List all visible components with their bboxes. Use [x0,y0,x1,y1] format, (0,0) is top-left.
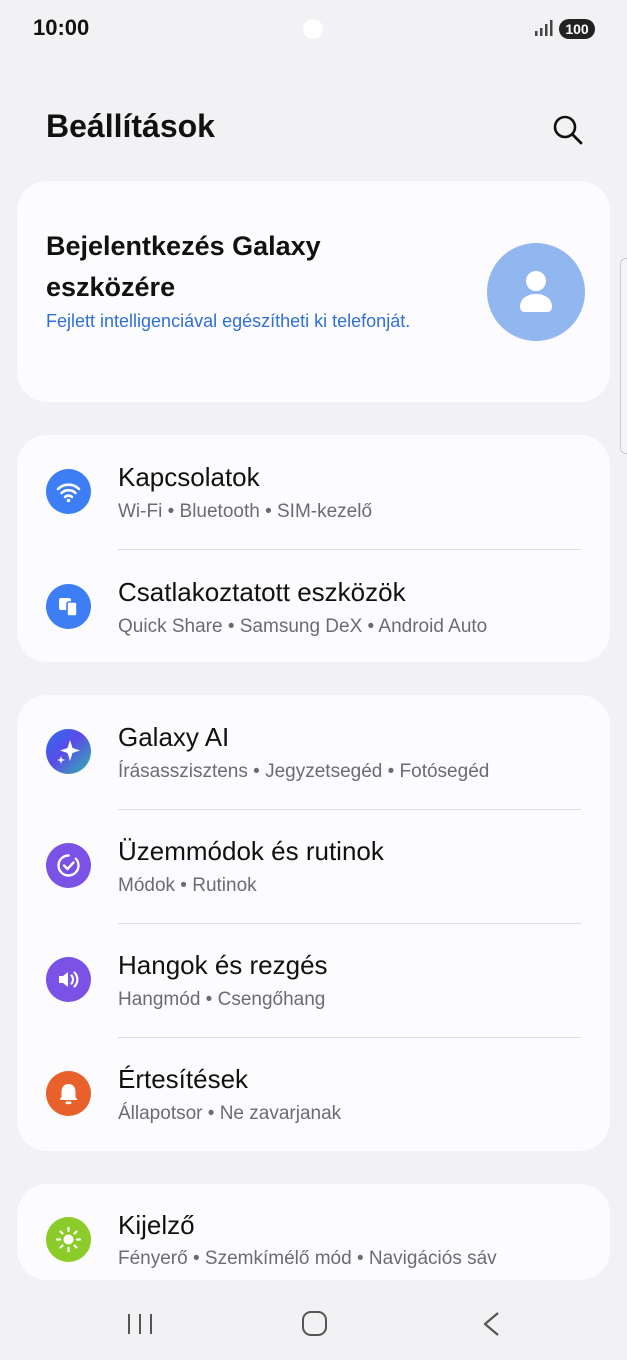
search-icon [553,115,583,145]
settings-item-subtitle: Állapotsor • Ne zavarjanak [118,1103,342,1124]
recents-icon [128,1314,152,1334]
settings-item-title: Kijelző [118,1210,195,1240]
display-brightness-icon [46,1217,91,1262]
account-card[interactable]: Bejelentkezés Galaxy eszközére Fejlett i… [17,181,610,402]
settings-item-sounds[interactable]: Hangok és rezgés Hangmód • Csengőhang [17,923,610,1037]
connections-card: Kapcsolatok Wi-Fi • Bluetooth • SIM-keze… [17,435,610,662]
settings-item-title: Galaxy AI [118,722,230,752]
signal-icon [535,20,553,36]
settings-item-subtitle: Fényerő • Szemkímélő mód • Navigációs sá… [118,1248,497,1269]
recents-button[interactable] [115,1306,165,1342]
settings-item-notifications[interactable]: Értesítések Állapotsor • Ne zavarjanak [17,1037,610,1151]
status-time: 10:00 [33,15,90,40]
settings-item-title: Kapcsolatok [118,462,260,492]
galaxy-ai-icon [46,729,91,774]
settings-item-connected-devices[interactable]: Csatlakoztatott eszközök Quick Share • S… [17,550,610,664]
bell-icon [46,1071,91,1116]
modes-routines-icon [46,843,91,888]
settings-item-modes-routines[interactable]: Üzemmódok és rutinok Módok • Rutinok [17,809,610,923]
account-subtitle: Fejlett intelligenciával egészítheti ki … [46,311,411,331]
home-button[interactable] [289,1306,339,1342]
settings-item-connections[interactable]: Kapcsolatok Wi-Fi • Bluetooth • SIM-keze… [17,435,610,549]
sound-icon [46,957,91,1002]
back-icon [483,1312,499,1336]
scrollbar[interactable] [620,258,627,454]
settings-item-subtitle: Módok • Rutinok [118,875,257,896]
battery-icon: 100 [559,19,595,39]
connected-devices-icon [46,584,91,629]
search-button[interactable] [548,110,588,150]
settings-item-title: Csatlakoztatott eszközök [118,577,406,607]
navigation-bar [0,1290,627,1360]
settings-item-subtitle: Quick Share • Samsung DeX • Android Auto [118,616,488,637]
settings-item-subtitle: Írásasszisztens • Jegyzetsegéd • Fotóseg… [118,761,490,782]
settings-item-subtitle: Hangmód • Csengőhang [118,989,326,1010]
settings-item-title: Üzemmódok és rutinok [118,836,384,866]
avatar[interactable] [487,243,585,341]
home-icon [302,1311,327,1336]
page-title: Beállítások [46,108,215,144]
settings-item-title: Hangok és rezgés [118,950,328,980]
settings-item-display[interactable]: Kijelző Fényerő • Szemkímélő mód • Navig… [17,1184,610,1280]
display-card: Kijelző Fényerő • Szemkímélő mód • Navig… [17,1184,610,1280]
settings-item-subtitle: Wi-Fi • Bluetooth • SIM-kezelő [118,501,373,522]
settings-screen: 10:00 100 Beállítások Bejelentkezés Gala… [0,0,627,1360]
account-title: Bejelentkezés Galaxy eszközére [46,231,321,302]
settings-item-title: Értesítések [118,1064,249,1094]
camera-cutout [303,19,323,39]
settings-item-galaxy-ai[interactable]: Galaxy AI Írásasszisztens • Jegyzetsegéd… [17,695,610,809]
person-icon [520,271,552,312]
wifi-icon [46,469,91,514]
features-card: Galaxy AI Írásasszisztens • Jegyzetsegéd… [17,695,610,1151]
status-bar: 10:00 100 [0,0,627,60]
back-button[interactable] [466,1306,516,1342]
